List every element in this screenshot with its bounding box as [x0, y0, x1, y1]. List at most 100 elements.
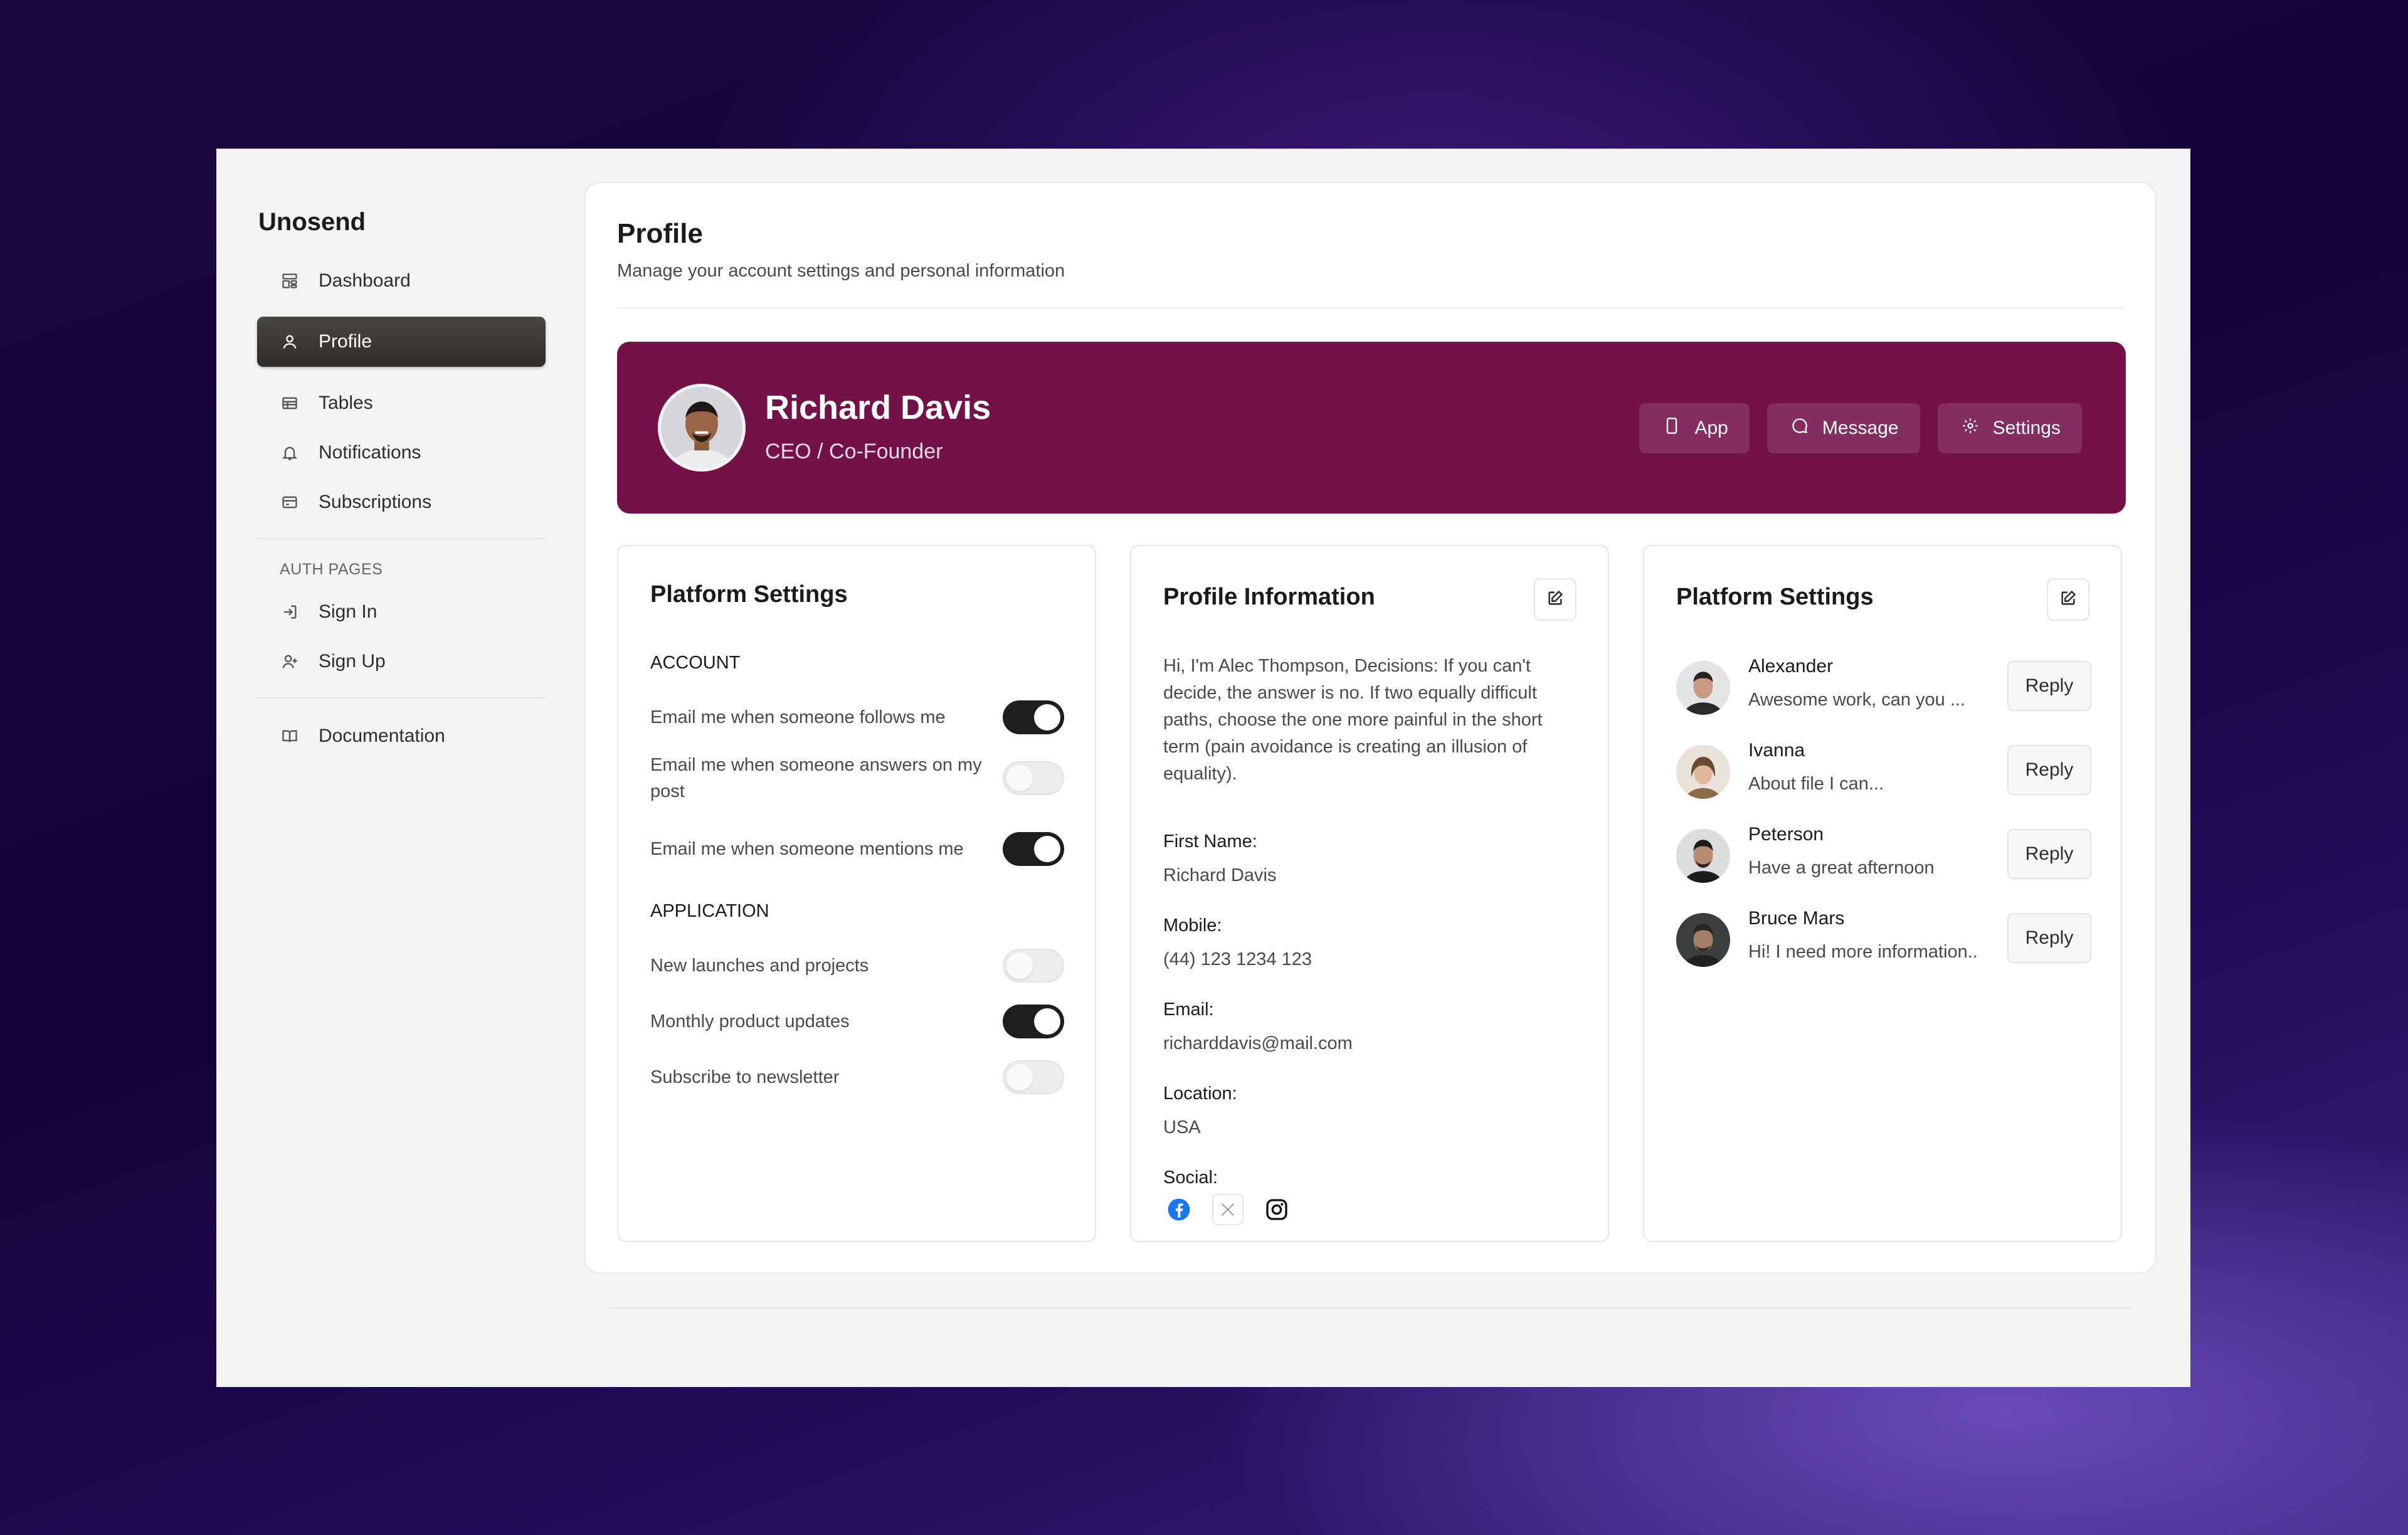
instagram-icon[interactable]: [1261, 1194, 1292, 1225]
mobile-value: (44) 123 1234 123: [1163, 949, 1312, 969]
reply-button[interactable]: Reply: [2007, 745, 2091, 795]
auth-pages-label: AUTH PAGES: [280, 560, 383, 578]
reply-button[interactable]: Reply: [2007, 829, 2091, 879]
field-label: Social:: [1163, 1168, 1218, 1188]
book-icon: [280, 726, 300, 746]
app-button[interactable]: App: [1639, 403, 1750, 453]
list-item: Ivanna About file I can... Reply: [1676, 740, 2091, 803]
app-window: Unosend Dashboard Profile Tables Notific…: [216, 149, 2190, 1387]
panel-title: Platform Settings: [650, 581, 848, 608]
edit-icon: [1546, 589, 1564, 610]
setting-row: Monthly product updates: [650, 1005, 1064, 1038]
setting-label: Email me when someone mentions me: [650, 839, 964, 859]
banner-actions: App Message Settings: [1639, 403, 2082, 453]
settings-button-label: Settings: [1992, 418, 2061, 438]
credit-card-icon: [280, 492, 300, 512]
sidebar-item-subscriptions[interactable]: Subscriptions: [257, 477, 546, 527]
message-button[interactable]: Message: [1766, 403, 1920, 453]
product-updates-toggle[interactable]: [1003, 1005, 1064, 1038]
field-label: Mobile:: [1163, 915, 1222, 936]
setting-row: Subscribe to newsletter: [650, 1060, 1064, 1094]
launches-toggle[interactable]: [1003, 949, 1064, 983]
edit-icon: [2059, 589, 2077, 610]
facebook-icon[interactable]: [1163, 1194, 1195, 1225]
sidebar-item-label: Notifications: [319, 441, 421, 463]
reply-button[interactable]: Reply: [2007, 661, 2091, 711]
setting-label: Email me when someone follows me: [650, 707, 946, 727]
sidebar-item-tables[interactable]: Tables: [257, 378, 546, 428]
setting-row: Email me when someone follows me: [650, 700, 1064, 734]
sidebar: Unosend Dashboard Profile Tables Notific…: [257, 208, 546, 761]
sidebar-item-sign-in[interactable]: Sign In: [257, 587, 546, 636]
field-label: Location:: [1163, 1084, 1237, 1104]
message-preview: Hi! I need more information..: [1748, 942, 1978, 962]
sidebar-item-notifications[interactable]: Notifications: [257, 428, 546, 477]
message-preview: About file I can...: [1748, 774, 1884, 794]
sidebar-item-sign-up[interactable]: Sign Up: [257, 636, 546, 686]
setting-row: New launches and projects: [650, 949, 1064, 983]
sidebar-item-label: Tables: [319, 392, 373, 413]
dashboard-icon: [280, 271, 300, 291]
social-links: [1163, 1194, 1292, 1225]
bell-icon: [280, 443, 300, 463]
sidebar-item-label: Dashboard: [319, 270, 411, 291]
gear-icon: [1962, 417, 1979, 440]
contact-name: Ivanna: [1748, 740, 1805, 761]
sidebar-divider: [257, 697, 546, 699]
profile-information-panel: Profile Information Hi, I'm Alec Thompso…: [1130, 545, 1609, 1242]
setting-label: Email me when someone answers on my post: [650, 755, 982, 801]
sidebar-item-dashboard[interactable]: Dashboard: [257, 256, 546, 305]
message-button-label: Message: [1822, 418, 1899, 438]
settings-button[interactable]: Settings: [1937, 403, 2082, 453]
sidebar-item-documentation[interactable]: Documentation: [257, 711, 546, 761]
header-divider: [617, 307, 2125, 309]
user-plus-icon: [280, 651, 300, 672]
list-item: Peterson Have a great afternoon Reply: [1676, 824, 2091, 887]
panel-title: Profile Information: [1163, 584, 1375, 610]
setting-label: Monthly product updates: [650, 1011, 850, 1031]
phone-icon: [1663, 417, 1681, 440]
sidebar-divider: [257, 538, 546, 539]
field-label: Email:: [1163, 1000, 1214, 1020]
brand-name: Unosend: [258, 208, 366, 236]
location-value: USA: [1163, 1117, 1201, 1137]
message-preview: Awesome work, can you ...: [1748, 690, 1966, 710]
user-icon: [280, 332, 300, 352]
panel-title: Platform Settings: [1676, 584, 1874, 610]
mentions-toggle[interactable]: [1003, 832, 1064, 866]
page-title: Profile: [617, 218, 703, 249]
list-item: Bruce Mars Hi! I need more information..…: [1676, 908, 2091, 971]
avatar: [1676, 829, 1730, 883]
setting-label: Subscribe to newsletter: [650, 1067, 840, 1087]
list-item: Alexander Awesome work, can you ... Repl…: [1676, 656, 2091, 719]
x-icon[interactable]: [1212, 1194, 1244, 1225]
conversations-panel: Platform Settings Alexander Awesome work…: [1643, 545, 2122, 1242]
sidebar-item-label: Profile: [319, 331, 372, 352]
profile-banner: Richard Davis CEO / Co-Founder App Messa…: [617, 342, 2126, 514]
newsletter-toggle[interactable]: [1003, 1060, 1064, 1094]
edit-profile-button[interactable]: [1534, 578, 1576, 621]
follows-toggle[interactable]: [1003, 700, 1064, 734]
field-label: First Name:: [1163, 831, 1257, 852]
sign-in-icon: [280, 602, 300, 622]
contact-name: Peterson: [1748, 824, 1824, 845]
avatar: [658, 384, 746, 472]
contact-name: Bruce Mars: [1748, 908, 1845, 929]
sidebar-item-label: Documentation: [319, 725, 445, 746]
sidebar-item-label: Subscriptions: [319, 491, 432, 512]
setting-row: Email me when someone answers on my post: [650, 752, 1064, 804]
application-group-label: APPLICATION: [650, 901, 769, 921]
setting-row: Email me when someone mentions me: [650, 832, 1064, 866]
answers-toggle[interactable]: [1003, 761, 1064, 795]
avatar: [1676, 661, 1730, 715]
table-icon: [280, 393, 300, 413]
edit-conversations-button[interactable]: [2047, 578, 2089, 621]
app-button-label: App: [1694, 418, 1728, 438]
reply-button[interactable]: Reply: [2007, 913, 2091, 963]
sidebar-item-label: Sign In: [319, 601, 378, 622]
sidebar-item-label: Sign Up: [319, 650, 386, 672]
setting-label: New launches and projects: [650, 956, 869, 976]
contact-name: Alexander: [1748, 656, 1834, 677]
sidebar-item-profile[interactable]: Profile: [257, 317, 546, 367]
avatar: [1676, 913, 1730, 967]
